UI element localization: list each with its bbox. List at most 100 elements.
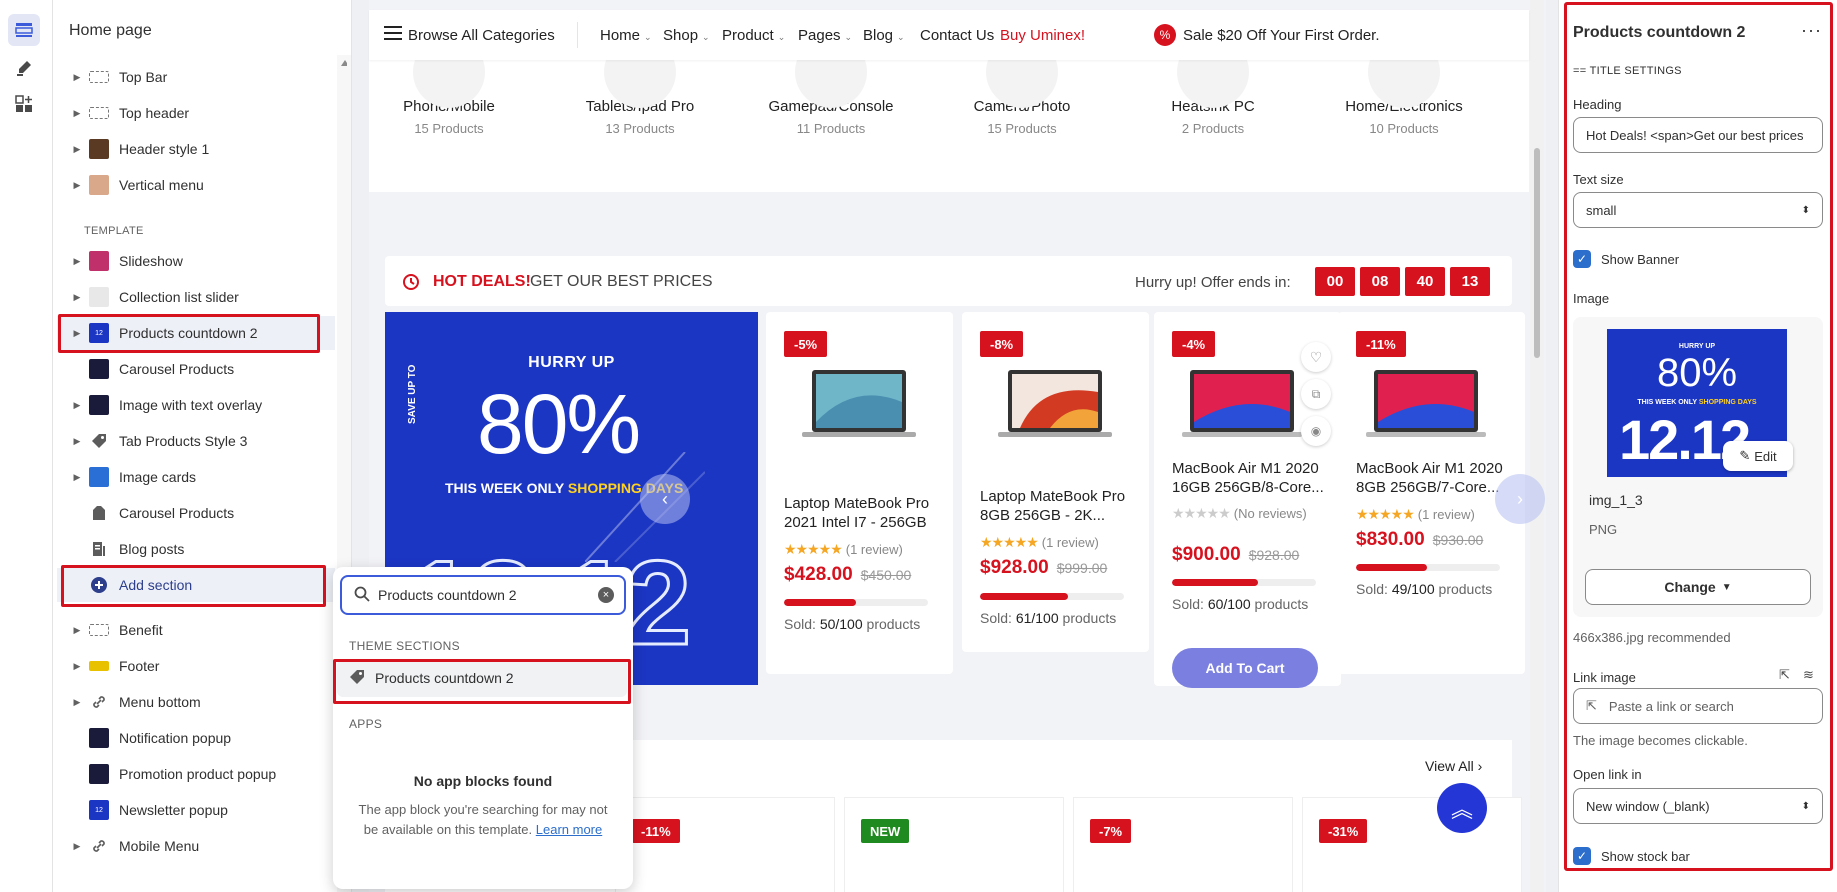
category-item[interactable]: Phone/Mobile15 Products xyxy=(369,36,529,136)
product-name[interactable]: MacBook Air M1 2020 16GB 256GB/8-Core... xyxy=(1172,459,1332,497)
chevron-right-icon[interactable]: ▶ xyxy=(69,625,85,636)
clear-icon[interactable]: × xyxy=(598,587,614,603)
nav-product[interactable]: Product ⌄ xyxy=(722,27,785,44)
section-search-box[interactable]: × xyxy=(340,575,626,615)
nav-pages[interactable]: Pages ⌄ xyxy=(798,27,852,44)
scroll-up-icon[interactable] xyxy=(341,60,347,68)
section-thumbnail xyxy=(89,467,109,487)
category-count: 11 Products xyxy=(796,121,866,136)
nav-contact[interactable]: Contact Us xyxy=(920,27,994,44)
app-embeds-icon[interactable] xyxy=(8,88,40,120)
hot-deals-header: HOT DEALS! GET OUR BEST PRICES Hurry up!… xyxy=(385,256,1512,306)
nav-home[interactable]: Home ⌄ xyxy=(600,27,652,44)
nav-divider xyxy=(577,22,578,48)
chevron-right-icon[interactable]: ▶ xyxy=(69,697,85,708)
sidebar-item-top-header[interactable]: ▶ Top header xyxy=(57,96,335,130)
product-name[interactable]: Laptop MateBook Pro 2021 Intel I7 - 256G… xyxy=(784,494,944,532)
sidebar-item-carousel-products[interactable]: Carousel Products xyxy=(57,352,335,386)
chevron-right-icon[interactable]: ▶ xyxy=(69,436,85,447)
heart-icon[interactable]: ♡ xyxy=(1301,342,1331,372)
product-icon xyxy=(89,503,109,523)
scrollbar-thumb[interactable] xyxy=(1534,148,1540,358)
stock-progress-bar xyxy=(784,599,928,606)
view-all-link[interactable]: View All › xyxy=(1425,758,1482,774)
sidebar-item-image-with-text-overlay[interactable]: ▶ Image with text overlay xyxy=(57,388,335,422)
sidebar-item-carousel-products-2[interactable]: Carousel Products xyxy=(57,496,335,530)
preview-scrollbar[interactable] xyxy=(1530,0,1544,892)
product-card[interactable]: -31% xyxy=(1302,797,1522,892)
apps-label: APPS xyxy=(349,717,383,731)
page-title: Home page xyxy=(69,22,152,39)
laptop-image xyxy=(1182,370,1302,437)
chevron-right-icon[interactable]: ▶ xyxy=(69,472,85,483)
sidebar-item-menu-bottom[interactable]: ▶ Menu bottom xyxy=(57,685,335,719)
sidebar-item-notification-popup[interactable]: Notification popup xyxy=(57,721,335,755)
sections-icon[interactable] xyxy=(8,14,40,46)
chevron-right-icon[interactable]: ▶ xyxy=(69,144,85,155)
laptop-image xyxy=(998,370,1112,437)
sidebar-item-blog-posts[interactable]: Blog posts xyxy=(57,532,335,566)
sidebar-item-footer[interactable]: ▶ Footer xyxy=(57,649,335,683)
section-icon xyxy=(89,107,109,119)
link-icon xyxy=(89,692,109,712)
product-card[interactable]: -8% Laptop MateBook Pro 8GB 256GB - 2K..… xyxy=(962,312,1149,652)
discount-badge: -7% xyxy=(1090,819,1132,843)
sidebar-item-benefit[interactable]: ▶ Benefit xyxy=(57,613,335,647)
compare-icon[interactable]: ⧉ xyxy=(1301,379,1331,409)
section-thumbnail xyxy=(89,359,109,379)
product-card[interactable]: -7% xyxy=(1073,797,1293,892)
eye-icon[interactable]: ◉ xyxy=(1301,416,1331,446)
chevron-right-icon[interactable]: ▶ xyxy=(69,400,85,411)
learn-more-link[interactable]: Learn more xyxy=(536,822,602,837)
sidebar-item-mobile-menu[interactable]: ▶ Mobile Menu xyxy=(57,829,335,863)
stock-progress-bar xyxy=(1172,579,1316,586)
section-thumbnail: 12 xyxy=(89,800,109,820)
category-item[interactable]: Camera/Photo15 Products xyxy=(942,36,1102,136)
browse-categories-link[interactable]: Browse All Categories xyxy=(408,27,555,44)
chevron-right-icon[interactable]: ▶ xyxy=(69,108,85,119)
product-card[interactable]: NEW xyxy=(844,797,1064,892)
category-count: 2 Products xyxy=(1181,121,1245,136)
chevron-right-icon[interactable]: ▶ xyxy=(69,72,85,83)
chevron-right-icon[interactable]: ▶ xyxy=(69,292,85,303)
scroll-to-top-button[interactable]: ︽ xyxy=(1437,783,1487,833)
sidebar-item-newsletter-popup[interactable]: 12 Newsletter popup xyxy=(57,793,335,827)
offer-ends-label: Hurry up! Offer ends in: xyxy=(1135,274,1291,291)
highlight-box xyxy=(61,565,326,607)
countdown-days: 00 xyxy=(1315,267,1355,296)
product-name[interactable]: MacBook Air M1 2020 8GB 256GB/7-Core... xyxy=(1356,459,1516,497)
sold-count: Sold: 50/100 products xyxy=(784,616,921,632)
sidebar-item-header-style-1[interactable]: ▶ Header style 1 xyxy=(57,132,335,166)
nav-shop[interactable]: Shop ⌄ xyxy=(663,27,710,44)
nav-buy[interactable]: Buy Uminex! xyxy=(1000,27,1085,44)
sidebar-item-image-cards[interactable]: ▶ Image cards xyxy=(57,460,335,494)
sidebar-item-vertical-menu[interactable]: ▶ Vertical menu xyxy=(57,168,335,202)
product-card[interactable]: -11% xyxy=(615,797,835,892)
category-item[interactable]: Tablets/Ipad Pro 13 Products xyxy=(560,36,720,136)
chevron-right-icon[interactable]: ▶ xyxy=(69,661,85,672)
theme-settings-icon[interactable] xyxy=(8,52,40,84)
carousel-prev-button[interactable]: ‹ xyxy=(640,474,690,524)
sidebar-item-top-bar[interactable]: ▶ Top Bar xyxy=(57,60,335,94)
banner-save: SAVE UP TO xyxy=(407,364,418,424)
product-name[interactable]: Laptop MateBook Pro 8GB 256GB - 2K... xyxy=(980,487,1140,525)
stock-progress-bar xyxy=(980,593,1124,600)
sidebar-item-slideshow[interactable]: ▶ Slideshow xyxy=(57,244,335,278)
sidebar-item-collection-list-slider[interactable]: ▶ Collection list slider xyxy=(57,280,335,314)
category-item[interactable]: Heatsink PC 2 Products xyxy=(1133,36,1293,136)
chevron-right-icon[interactable]: ▶ xyxy=(69,841,85,852)
chevron-right-icon[interactable]: ▶ xyxy=(69,180,85,191)
carousel-next-button[interactable]: › xyxy=(1495,474,1545,524)
nav-blog[interactable]: Blog ⌄ xyxy=(863,27,905,44)
product-card[interactable]: -4% ♡ ⧉ ◉ MacBook Air M1 2020 16GB 256GB… xyxy=(1154,312,1341,688)
add-to-cart-button[interactable]: Add To Cart xyxy=(1172,648,1318,688)
sidebar-item-promotion-product-popup[interactable]: Promotion product popup xyxy=(57,757,335,791)
chevron-right-icon[interactable]: ▶ xyxy=(69,256,85,267)
discount-badge: -11% xyxy=(632,819,680,843)
section-search-input[interactable] xyxy=(378,587,588,603)
hamburger-icon[interactable] xyxy=(384,26,402,44)
category-item[interactable]: Home/Electronics10 Products xyxy=(1324,36,1484,136)
sidebar-item-tab-products-style-3[interactable]: ▶ Tab Products Style 3 xyxy=(57,424,335,458)
category-item[interactable]: Gamepad/Console11 Products xyxy=(751,36,911,136)
product-card[interactable]: -5% Laptop MateBook Pro 2021 Intel I7 - … xyxy=(766,312,953,674)
